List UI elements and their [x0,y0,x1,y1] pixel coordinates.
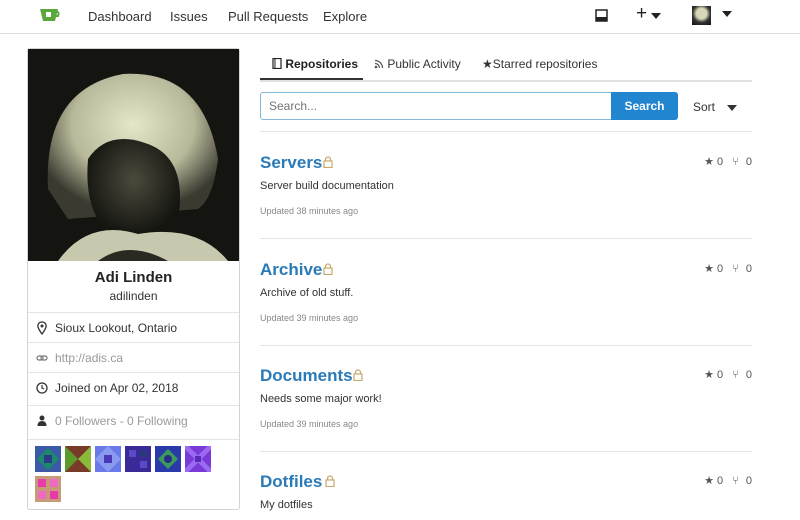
nav-issues[interactable]: Issues [170,9,208,24]
lock-icon [323,156,333,168]
avatar[interactable] [692,6,711,25]
top-navbar: Dashboard Issues Pull Requests Explore + [0,0,800,34]
fork-icon: ⑂ [732,368,739,381]
star-count: 0 [717,368,724,381]
profile-follow-counts: 0 Followers - 0 Following [55,414,188,428]
map-pin-icon [37,321,47,335]
repo-name-link[interactable]: Documents [260,366,353,386]
inbox-icon[interactable] [595,9,608,22]
profile-location: Sioux Lookout, Ontario [55,321,178,335]
star-count: 0 [717,262,724,275]
nav-dashboard[interactable]: Dashboard [88,9,152,24]
fork-count: 0 [745,155,752,168]
profile-joined-date: Joined on Apr 02, 2018 [55,381,179,395]
org-avatar[interactable] [35,476,61,502]
tab-starred-repositories[interactable]: ★Starred repositories [482,57,597,71]
profile-location-row: Sioux Lookout, Ontario [28,312,239,343]
star-count: 0 [717,155,724,168]
profile-username: adilinden [109,289,158,303]
search-button[interactable]: Search [611,92,678,120]
repo-name-link[interactable]: Dotfiles [260,472,322,492]
lock-icon [323,263,333,275]
profile-website-row: http://adis.ca [28,342,239,373]
divider [260,451,752,452]
fork-icon: ⑂ [732,474,739,487]
profile-photo [28,49,239,261]
followers-link[interactable]: 0 Followers [55,414,116,428]
profile-card: Adi Linden adilinden Sioux Lookout, Onta… [27,48,240,510]
fork-icon: ⑂ [732,155,739,168]
sort-label: Sort [693,100,716,114]
fork-count: 0 [745,262,752,275]
organizations-list [28,439,239,510]
profile-follow-row: 0 Followers - 0 Following [28,405,239,436]
rss-icon [374,59,384,69]
fork-icon: ⑂ [732,262,739,275]
repo-description: Needs some major work! [260,393,382,405]
tab-public-activity-label: Public Activity [387,57,461,71]
chevron-down-icon [727,105,737,111]
book-icon [272,57,282,70]
star-icon: ★ [482,57,493,71]
following-link[interactable]: 0 Following [127,414,188,428]
repo-name-link[interactable]: Servers [260,153,322,173]
lock-icon [325,475,335,487]
divider [260,238,752,239]
user-icon [37,415,47,426]
tab-public-activity[interactable]: Public Activity [374,57,461,71]
org-avatar[interactable] [185,446,211,472]
org-avatar[interactable] [125,446,151,472]
profile-joined-row: Joined on Apr 02, 2018 [28,372,239,403]
fork-count: 0 [745,474,752,487]
profile-tabs: Repositories Public Activity ★Starred re… [260,48,752,82]
repo-description: Archive of old stuff. [260,287,354,299]
search-input[interactable] [260,92,612,120]
repo-stats: ★ 0 ⑂ 0 [704,474,752,488]
repo-description: My dotfiles [260,499,313,511]
repo-stats: ★ 0 ⑂ 0 [704,368,752,382]
star-icon: ★ [704,369,714,381]
nav-explore[interactable]: Explore [323,9,367,24]
profile-full-name: Adi Linden [94,269,173,286]
logo-icon[interactable] [38,6,60,24]
plus-icon[interactable]: + [636,3,647,25]
repo-list-item: Dotfiles My dotfiles ★ 0 ⑂ 0 [260,472,752,520]
tab-repositories[interactable]: Repositories [272,57,358,71]
divider [260,131,752,132]
repo-updated-time: Updated 39 minutes ago [260,419,359,429]
org-avatar[interactable] [155,446,181,472]
repo-name-link[interactable]: Archive [260,260,322,280]
active-tab-indicator [260,78,363,80]
repo-stats: ★ 0 ⑂ 0 [704,155,752,169]
repo-description: Server build documentation [260,180,394,192]
fork-count: 0 [745,368,752,381]
repo-stats: ★ 0 ⑂ 0 [704,262,752,276]
nav-pull-requests[interactable]: Pull Requests [228,9,308,24]
link-icon [36,355,48,361]
repo-updated-time: Updated 39 minutes ago [260,313,359,323]
repo-updated-time: Updated 38 minutes ago [260,206,359,216]
lock-icon [353,369,363,381]
org-avatar[interactable] [95,446,121,472]
star-count: 0 [717,474,724,487]
org-avatar[interactable] [65,446,91,472]
profile-website-link[interactable]: http://adis.ca [55,351,123,365]
divider [260,345,752,346]
star-icon: ★ [704,475,714,487]
star-icon: ★ [704,263,714,275]
clock-icon [36,382,48,394]
follow-separator: - [116,414,128,428]
chevron-down-icon[interactable] [651,13,661,19]
tab-repositories-label: Repositories [285,57,359,71]
chevron-down-icon[interactable] [722,11,732,17]
org-avatar[interactable] [35,446,61,472]
star-icon: ★ [704,156,714,168]
tab-starred-label: Starred repositories [492,57,598,71]
sort-dropdown[interactable]: Sort [693,100,737,114]
